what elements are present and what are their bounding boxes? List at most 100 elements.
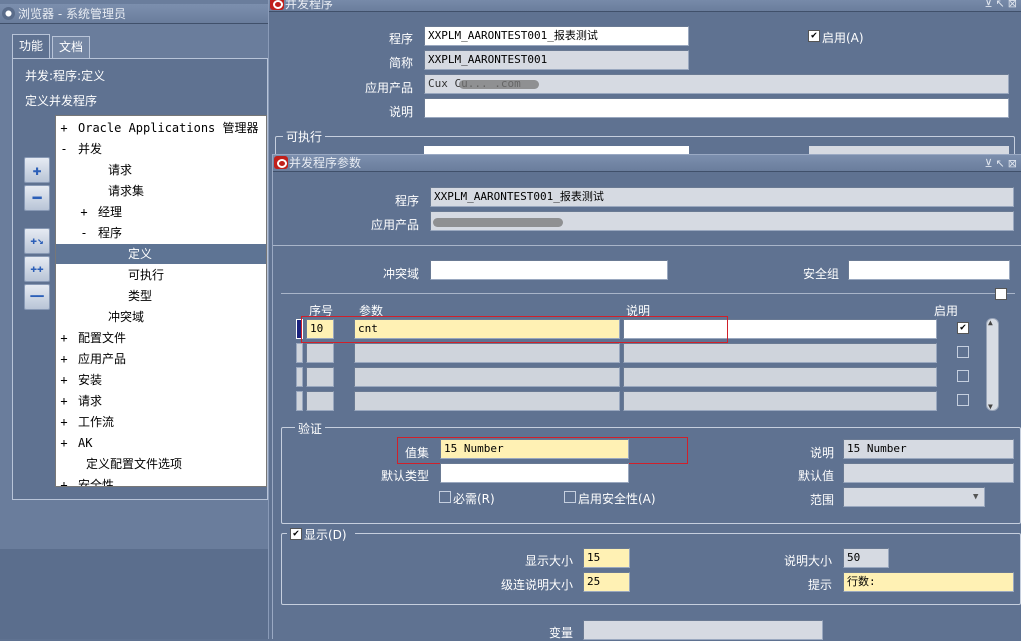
tree-node[interactable]: + AK [56,433,266,453]
tree-node[interactable]: 类型 [56,286,266,306]
tree-node[interactable]: + 请求 [56,391,266,411]
cp-description-field[interactable] [424,98,1009,118]
cp-title: 并发程序 [285,0,334,11]
concat-desc-size-field[interactable]: 25 [583,572,630,592]
params-window-buttons[interactable]: ⊻↖⊠ [985,155,1021,172]
security-group-field[interactable] [848,260,1010,280]
tree-node[interactable]: 可执行 [56,265,266,285]
display-size-field[interactable]: 15 [583,548,630,568]
param-empty-desc[interactable] [623,367,937,387]
tree-node-toggle[interactable]: + [58,118,70,138]
param-grid-scrollbar[interactable]: ▲ ▼ [986,318,999,411]
display-checkbox[interactable]: ✔ [290,528,302,540]
collapse-all-button[interactable]: ━━ [24,284,50,310]
expand-all-button[interactable]: ✚✚ [24,256,50,282]
tree-node-label: 经理 [98,205,123,219]
row-indicator[interactable] [296,343,303,363]
param-empty-enabled-checkbox[interactable] [957,346,969,358]
prompt-field[interactable]: 行数: [843,572,1014,592]
conflict-domain-field[interactable] [430,260,668,280]
tree-node[interactable]: + 安全性 [56,475,266,486]
tree-node[interactable]: 定义 [56,244,266,264]
redaction-scribble [459,80,539,89]
tree-node[interactable]: - 并发 [56,139,266,159]
tab-functions[interactable]: 功能 [12,34,50,58]
tree-node[interactable]: 定义配置文件选项 [56,454,266,474]
tree-node-toggle[interactable]: + [58,349,70,369]
row-indicator[interactable] [296,391,303,411]
param-empty-name[interactable] [354,391,620,411]
tree-node[interactable]: - 程序 [56,223,266,243]
tree-node-toggle[interactable]: - [58,139,70,159]
cp-application-label: 应用产品 [364,81,413,95]
function-tree[interactable]: + Oracle Applications 管理器 - 并发 请求 请求集 + 经理 - 程序 定义… [55,115,267,487]
scroll-up-icon[interactable]: ▲ [988,318,993,327]
range-select[interactable] [843,487,985,507]
tree-node-toggle[interactable]: + [58,370,70,390]
cp-hidden-field-edge-2 [809,146,1009,154]
token-field[interactable] [583,620,823,640]
parameters-window: 并发程序参数 ⊻↖⊠ 程序 XXPLM_AARONTEST001_报表测试 应用… [272,154,1021,640]
cp-short-name-field[interactable]: XXPLM_AARONTEST001 [424,50,689,70]
col-desc-header: 说明 [626,304,651,318]
tree-node[interactable]: + 配置文件 [56,328,266,348]
folder-checkbox[interactable] [995,288,1007,300]
expand-button[interactable]: ✚ [24,157,50,183]
tree-node-toggle[interactable]: + [78,202,90,222]
param-row-desc[interactable] [623,319,937,339]
collapse-button[interactable]: ━ [24,185,50,211]
tree-node-toggle[interactable]: + [58,328,70,348]
display-group [281,533,1021,605]
params-application-label: 应用产品 [370,218,419,232]
expand-branch-button[interactable]: ✚↘ [24,228,50,254]
param-empty-seq[interactable] [306,343,334,363]
vs-desc-field[interactable]: 15 Number [843,439,1014,459]
param-empty-seq[interactable] [306,367,334,387]
default-value-field[interactable] [843,463,1014,483]
tree-node-toggle[interactable]: + [58,391,70,411]
param-row-seq[interactable]: 10 [306,319,334,339]
navigator-title: 浏览器 - 系统管理员 [18,7,126,21]
params-titlebar: 并发程序参数 ⊻↖⊠ [273,155,1021,172]
value-set-label: 值集 [404,446,429,460]
tree-node-label: 并发 [78,142,103,156]
params-program-field[interactable]: XXPLM_AARONTEST001_报表测试 [430,187,1014,207]
value-set-field[interactable]: 15 Number [440,439,629,459]
default-type-field[interactable] [440,463,629,483]
enable-security-checkbox[interactable] [564,491,576,503]
tree-node[interactable]: + 安装 [56,370,266,390]
cp-program-field[interactable]: XXPLM_AARONTEST001_报表测试 [424,26,689,46]
tree-node[interactable]: + Oracle Applications 管理器 [56,118,266,138]
tree-node[interactable]: 请求集 [56,181,266,201]
desc-size-label: 说明大小 [783,554,832,568]
param-empty-seq[interactable] [306,391,334,411]
tree-node[interactable]: + 应用产品 [56,349,266,369]
param-empty-desc[interactable] [623,343,937,363]
tree-node-label: 冲突域 [108,310,145,324]
param-row-name[interactable]: cnt [354,319,620,339]
param-empty-enabled-checkbox[interactable] [957,370,969,382]
tree-node[interactable]: + 工作流 [56,412,266,432]
param-row-enabled-checkbox[interactable]: ✔ [957,322,969,334]
tree-node[interactable]: + 经理 [56,202,266,222]
navigator-titlebar: 浏览器 - 系统管理员 [0,4,268,24]
tree-node-toggle[interactable]: + [58,412,70,432]
tab-documents[interactable]: 文档 [52,36,90,58]
tree-node[interactable]: 请求 [56,160,266,180]
scroll-down-icon[interactable]: ▼ [988,402,993,411]
param-empty-name[interactable] [354,367,620,387]
cp-window-buttons[interactable]: ⊻↖⊠ [985,0,1021,12]
desc-size-field[interactable]: 50 [843,548,889,568]
tree-node-toggle[interactable]: + [58,433,70,453]
tree-node-toggle[interactable]: + [58,475,70,486]
cp-enabled-checkbox[interactable]: ✔ [808,30,820,42]
row-indicator[interactable] [296,367,303,387]
required-checkbox[interactable] [439,491,451,503]
chevron-down-icon[interactable]: ▼ [973,492,978,502]
param-empty-enabled-checkbox[interactable] [957,394,969,406]
param-empty-desc[interactable] [623,391,937,411]
row-indicator-active[interactable] [296,319,303,339]
param-empty-name[interactable] [354,343,620,363]
tree-node-toggle[interactable]: - [78,223,90,243]
tree-node[interactable]: 冲突域 [56,307,266,327]
